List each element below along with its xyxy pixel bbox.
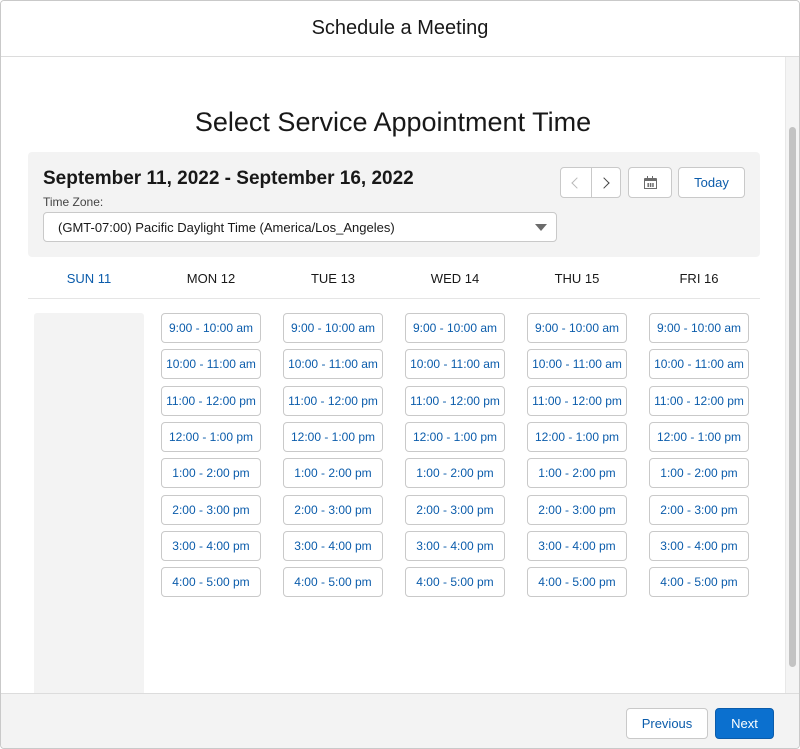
timezone-select[interactable]: (GMT-07:00) Pacific Daylight Time (Ameri… (43, 212, 557, 242)
time-slot-button[interactable]: 12:00 - 1:00 pm (161, 421, 261, 452)
time-slot-button[interactable]: 3:00 - 4:00 pm (405, 530, 505, 561)
calendar-button[interactable] (628, 167, 672, 198)
time-slot-button[interactable]: 1:00 - 2:00 pm (283, 458, 383, 489)
time-slot-button[interactable]: 9:00 - 10:00 am (649, 313, 749, 343)
time-slot-button[interactable]: 12:00 - 1:00 pm (649, 421, 749, 452)
day-header-thu: THU 15 (554, 271, 600, 286)
time-slot-button[interactable]: 12:00 - 1:00 pm (283, 421, 383, 452)
time-slot-button[interactable]: 4:00 - 5:00 pm (649, 567, 749, 598)
day-header-tue: TUE 13 (310, 271, 356, 286)
date-range-heading: September 11, 2022 - September 16, 2022 (43, 168, 414, 189)
time-slot-button[interactable]: 4:00 - 5:00 pm (283, 567, 383, 598)
caret-down-icon (535, 224, 547, 231)
chevron-right-icon (598, 176, 610, 189)
time-slot-button[interactable]: 10:00 - 11:00 am (527, 349, 627, 380)
modal-footer: Previous Next (1, 693, 799, 748)
day-header-fri: FRI 16 (679, 271, 719, 286)
time-slot-button[interactable]: 1:00 - 2:00 pm (527, 458, 627, 489)
time-slot-button[interactable]: 11:00 - 12:00 pm (283, 385, 383, 416)
time-slot-button[interactable]: 9:00 - 10:00 am (527, 313, 627, 343)
calendar-icon (643, 175, 657, 189)
time-slot-button[interactable]: 10:00 - 11:00 am (649, 349, 749, 380)
previous-week-button[interactable] (561, 168, 591, 197)
time-slot-button[interactable]: 2:00 - 3:00 pm (405, 494, 505, 525)
days-header: SUN 11 MON 12 TUE 13 WED 14 THU 15 FRI 16 (28, 259, 760, 299)
sunday-unavailable-column (34, 313, 144, 695)
time-slot-button[interactable]: 12:00 - 1:00 pm (405, 421, 505, 452)
time-slot-button[interactable]: 3:00 - 4:00 pm (527, 530, 627, 561)
time-slot-button[interactable]: 9:00 - 10:00 am (405, 313, 505, 343)
time-slot-button[interactable]: 9:00 - 10:00 am (161, 313, 261, 343)
scrollbar[interactable] (785, 57, 799, 693)
next-button[interactable]: Next (715, 708, 774, 739)
time-slot-button[interactable]: 4:00 - 5:00 pm (405, 567, 505, 598)
modal-title: Schedule a Meeting (311, 17, 489, 39)
time-slot-button[interactable]: 10:00 - 11:00 am (283, 349, 383, 380)
time-slot-button[interactable]: 4:00 - 5:00 pm (161, 567, 261, 598)
time-slot-button[interactable]: 2:00 - 3:00 pm (161, 494, 261, 525)
timezone-select-value: (GMT-07:00) Pacific Daylight Time (Ameri… (58, 219, 395, 235)
schedule-meeting-modal: Schedule a Meeting Select Service Appoin… (0, 0, 800, 749)
time-slot-button[interactable]: 11:00 - 12:00 pm (649, 385, 749, 416)
next-week-button[interactable] (590, 168, 621, 197)
time-slot-button[interactable]: 10:00 - 11:00 am (161, 349, 261, 380)
page-title: Select Service Appointment Time (194, 107, 592, 137)
time-slot-button[interactable]: 10:00 - 11:00 am (405, 349, 505, 380)
time-slot-button[interactable]: 11:00 - 12:00 pm (527, 385, 627, 416)
time-slot-button[interactable]: 1:00 - 2:00 pm (649, 458, 749, 489)
modal-header: Schedule a Meeting (1, 1, 799, 57)
date-toolbar: September 11, 2022 - September 16, 2022 … (28, 152, 760, 257)
previous-button[interactable]: Previous (626, 708, 708, 739)
time-slot-button[interactable]: 3:00 - 4:00 pm (283, 530, 383, 561)
time-slot-button[interactable]: 2:00 - 3:00 pm (283, 494, 383, 525)
time-slot-button[interactable]: 2:00 - 3:00 pm (649, 494, 749, 525)
time-slot-button[interactable]: 4:00 - 5:00 pm (527, 567, 627, 598)
time-slot-button[interactable]: 3:00 - 4:00 pm (649, 530, 749, 561)
today-button[interactable]: Today (678, 167, 745, 198)
time-slot-button[interactable]: 9:00 - 10:00 am (283, 313, 383, 343)
time-slot-button[interactable]: 12:00 - 1:00 pm (527, 421, 627, 452)
time-slot-button[interactable]: 2:00 - 3:00 pm (527, 494, 627, 525)
day-header-sun: SUN 11 (66, 271, 112, 286)
day-header-mon: MON 12 (186, 271, 236, 286)
week-nav-group (560, 167, 621, 198)
chevron-left-icon (571, 176, 583, 189)
time-slot-button[interactable]: 1:00 - 2:00 pm (161, 458, 261, 489)
scrollbar-thumb[interactable] (789, 127, 796, 667)
timezone-label: Time Zone: (43, 195, 104, 209)
time-slot-button[interactable]: 3:00 - 4:00 pm (161, 530, 261, 561)
day-header-wed: WED 14 (430, 271, 480, 286)
time-slot-button[interactable]: 11:00 - 12:00 pm (405, 385, 505, 416)
time-slot-button[interactable]: 1:00 - 2:00 pm (405, 458, 505, 489)
time-slot-button[interactable]: 11:00 - 12:00 pm (161, 385, 261, 416)
